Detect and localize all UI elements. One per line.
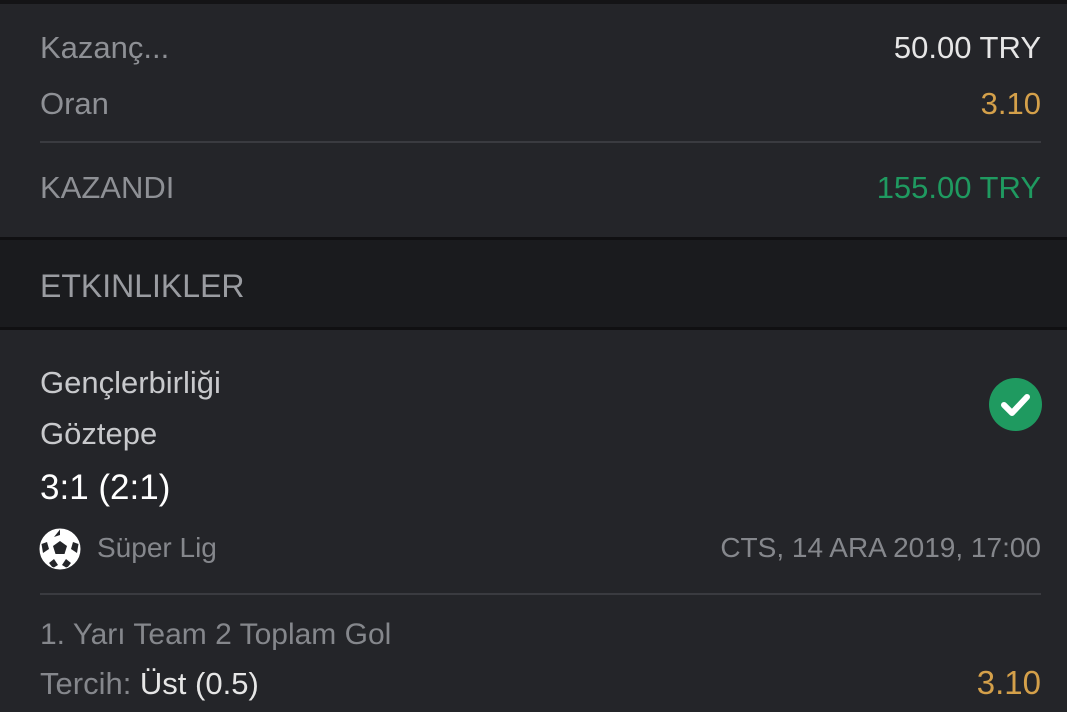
odds-value: 3.10	[980, 86, 1041, 121]
pick-odds: 3.10	[976, 664, 1041, 701]
odds-label: Oran	[40, 86, 109, 121]
match-datetime: CTS, 14 ARA 2019, 17:00	[720, 532, 1041, 563]
odds-row: Oran 3.10	[40, 86, 1041, 122]
status-row: KAZANDI 155.00 TRY	[40, 170, 1041, 206]
stake-label: Kazanç...	[40, 30, 170, 65]
payout-value: 155.00 TRY	[876, 170, 1041, 205]
home-team: Gençlerbirliği	[40, 365, 221, 400]
pick-label: Tercih:	[40, 666, 140, 701]
match-score: 3:1 (2:1)	[40, 468, 171, 507]
status-label: KAZANDI	[40, 170, 175, 205]
bet-details-page: Kazanç... 50.00 TRY Oran 3.10 KAZANDI 15…	[0, 0, 1067, 712]
check-circle-icon	[989, 378, 1042, 431]
event-divider	[40, 593, 1041, 595]
events-section-title: ETKINLIKLER	[40, 268, 245, 304]
league-name: Süper Lig	[97, 532, 217, 563]
pick-line: Tercih: Üst (0.5)	[40, 666, 259, 702]
events-section-header: ETKINLIKLER	[0, 237, 1067, 330]
soccer-ball-icon	[39, 528, 81, 570]
pick-value: Üst (0.5)	[139, 666, 259, 701]
market-name: 1. Yarı Team 2 Toplam Gol	[40, 618, 392, 651]
stake-row: Kazanç... 50.00 TRY	[40, 30, 1041, 66]
summary-divider	[40, 141, 1041, 143]
event-card[interactable]: Gençlerbirliği Göztepe 3:1 (2:1) Süper L…	[0, 330, 1067, 712]
bet-summary: Kazanç... 50.00 TRY Oran 3.10 KAZANDI 15…	[0, 4, 1067, 237]
away-team: Göztepe	[40, 416, 158, 451]
stake-value: 50.00 TRY	[893, 30, 1041, 65]
